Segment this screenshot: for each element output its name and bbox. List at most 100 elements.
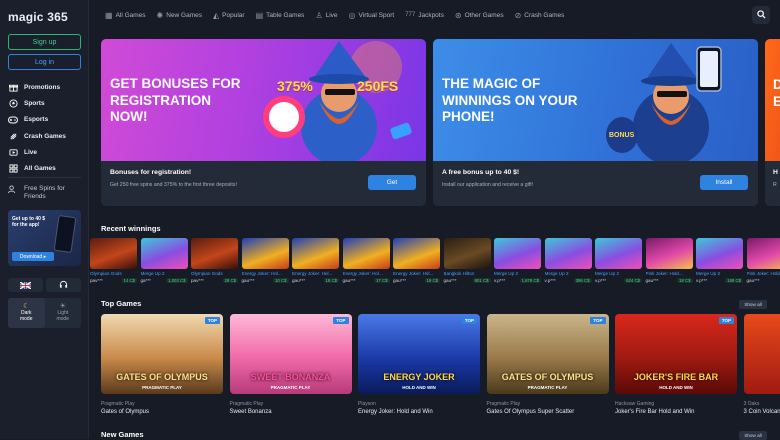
win-game-name[interactable]: Bangkok Hilton: [444, 271, 491, 276]
sidebar-item-crash-games[interactable]: Crash Games: [8, 128, 84, 144]
game-title[interactable]: 3 Coin Volcano: [744, 409, 780, 415]
win-game-name[interactable]: Merge Up 2: [494, 271, 541, 276]
game-thumbnail: [747, 238, 780, 269]
jackpot-icon: 777: [405, 12, 415, 18]
win-amount: 1,003 C$: [166, 278, 187, 283]
win-game-name[interactable]: Energy Joker: Hol...: [292, 271, 339, 276]
banner-app[interactable]: BONUS THE MAGIC OF WINNINGS ON YOUR PHON…: [433, 39, 758, 206]
game-title[interactable]: Joker's Fire Bar Hold and Win: [615, 409, 737, 415]
recent-win-item[interactable]: Merge Up 2v.p***624 C$: [595, 238, 642, 283]
game-thumbnail: [191, 238, 238, 269]
recent-win-item[interactable]: Energy Joker: Hol...gau***17 C$: [343, 238, 390, 283]
game-thumbnail: TOPGATES OF OLYMPUSPRAGMATIC PLAY: [487, 314, 609, 394]
win-game-name[interactable]: Pink Joker: Hold...: [747, 271, 780, 276]
win-amount: 14 C$: [122, 278, 137, 283]
win-user: pav***: [191, 278, 204, 283]
win-game-name[interactable]: Olympian Gods: [90, 271, 137, 276]
game-title[interactable]: Gates Of Olympus Super Scatter: [487, 409, 609, 415]
game-title[interactable]: Gates of Olympus: [101, 409, 223, 415]
win-user: gau***: [747, 278, 760, 283]
tab-live[interactable]: ♙Live: [315, 11, 337, 20]
sidebar-item-live[interactable]: Live: [8, 144, 84, 160]
win-user: gau***: [242, 278, 255, 283]
win-game-name[interactable]: Merge Up 2: [141, 271, 188, 276]
recent-win-item[interactable]: Olympian Godspav***14 C$: [90, 238, 137, 283]
recent-win-item[interactable]: Bangkok Hiltongau***801 C$: [444, 238, 491, 283]
win-amount: 18 C$: [324, 278, 339, 283]
game-provider: Pragmatic Play: [230, 401, 352, 407]
banner-partial[interactable]: D E H R: [765, 39, 780, 206]
search-button[interactable]: [752, 6, 770, 24]
win-game-name[interactable]: Energy Joker: Hol...: [343, 271, 390, 276]
game-provider: 3 Oaks: [744, 401, 780, 407]
game-card[interactable]: TOPJOKER'S FIRE BARHOLD AND WINHacksaw G…: [615, 314, 737, 415]
recent-win-item[interactable]: Pink Joker: Hold...gau***18 C$: [646, 238, 693, 283]
grid-icon: ▦: [105, 11, 113, 20]
recent-win-item[interactable]: Energy Joker: Hol... gau*** 18 C$: [292, 238, 339, 283]
win-game-name[interactable]: Pink Joker: Hold...: [646, 271, 693, 276]
win-game-name[interactable]: Energy Joker: Hol...: [393, 271, 440, 276]
win-game-name[interactable]: Energy Joker: Hol...: [242, 271, 289, 276]
light-mode-toggle[interactable]: ☀ Light mode: [45, 298, 82, 328]
win-amount: 624 C$: [624, 278, 642, 283]
tab-label: All Games: [116, 12, 146, 19]
game-card[interactable]: VO3 Oaks3 Coin Volcano: [744, 314, 780, 415]
game-provider: Pragmatic Play: [487, 401, 609, 407]
game-provider: Pragmatic Play: [101, 401, 223, 407]
sidebar-nav: Promotions Sports Esports Crash Games Li…: [8, 79, 84, 177]
recent-win-item[interactable]: Merge Up 2ga***1,003 C$: [141, 238, 188, 283]
tab-all-games[interactable]: ▦All Games: [105, 11, 146, 20]
recent-win-item[interactable]: Olympian Godspav***28 C$: [191, 238, 238, 283]
sidebar-item-label: Sports: [24, 100, 45, 107]
install-button[interactable]: Install: [700, 175, 748, 190]
game-title[interactable]: Energy Joker: Hold and Win: [358, 409, 480, 415]
win-game-name[interactable]: Merge Up 2: [545, 271, 592, 276]
sidebar-item-sports[interactable]: Sports: [8, 95, 84, 111]
sidebar-item-all-games[interactable]: All Games: [8, 160, 84, 176]
tab-table-games[interactable]: ▤Table Games: [256, 11, 305, 20]
game-card[interactable]: TOPGATES OF OLYMPUSPRAGMATIC PLAY Pragmat…: [101, 314, 223, 415]
tab-other-games[interactable]: ⊛Other Games: [455, 11, 504, 20]
language-selector[interactable]: [8, 278, 43, 292]
recent-win-item[interactable]: Energy Joker: Hol...gau***10 C$: [242, 238, 289, 283]
tab-crash-games[interactable]: ⊘Crash Games: [515, 11, 565, 20]
badge-freespins: 250FS: [357, 78, 398, 94]
tab-jackpots[interactable]: 777Jackpots: [405, 12, 444, 19]
game-logo-text: ENERGY JOKER: [358, 372, 480, 382]
recent-win-item[interactable]: Merge Up 2v.p***188 C$: [696, 238, 743, 283]
show-all-top-games[interactable]: Show all: [739, 300, 767, 309]
win-game-name[interactable]: Merge Up 2: [696, 271, 743, 276]
dark-mode-toggle[interactable]: ☾ Dark mode: [8, 298, 45, 328]
banner-registration[interactable]: 375% 250FS GET BONUSES FOR REGISTRATION …: [101, 39, 426, 206]
recent-win-item[interactable]: Merge Up 2v.p***1,678 C$: [494, 238, 541, 283]
win-user: gau***: [292, 278, 305, 283]
game-card[interactable]: TOPENERGY JOKERHOLD AND WINPlaysonEnergy…: [358, 314, 480, 415]
support-button[interactable]: [46, 278, 81, 292]
game-title[interactable]: Sweet Bonanza: [230, 409, 352, 415]
recent-win-item[interactable]: Merge Up 2v.p***396 C$: [545, 238, 592, 283]
game-card[interactable]: TOPSWEET BONANZAPRAGMATIC PLAYPragmatic …: [230, 314, 352, 415]
uk-flag-icon: [20, 276, 31, 294]
tab-virtual-sport[interactable]: ◎Virtual Sport: [349, 11, 395, 20]
recent-win-item[interactable]: Energy Joker: Hol...gau***19 C$: [393, 238, 440, 283]
brand-logo[interactable]: magic 365: [8, 10, 68, 24]
win-game-name[interactable]: Merge Up 2: [595, 271, 642, 276]
game-thumbnail: [292, 238, 339, 269]
win-user: gau***: [444, 278, 457, 283]
tab-new-games[interactable]: ✺New Games: [157, 11, 202, 20]
app-promo-card[interactable]: Get up to 40 $ for the app! Download ▸: [8, 210, 81, 266]
recent-win-item[interactable]: Pink Joker: Hold... gau***: [747, 238, 780, 283]
game-logo-text: SWEET BONANZA: [230, 372, 352, 382]
tab-popular[interactable]: ◭Popular: [213, 11, 245, 20]
game-thumbnail: TOPGATES OF OLYMPUSPRAGMATIC PLAY: [101, 314, 223, 394]
signup-button[interactable]: Sign up: [8, 34, 81, 50]
game-card[interactable]: TOPGATES OF OLYMPUSPRAGMATIC PLAY Pragmat…: [487, 314, 609, 415]
sidebar-item-esports[interactable]: Esports: [8, 112, 84, 128]
get-button[interactable]: Get: [368, 175, 416, 190]
login-button[interactable]: Log in: [8, 54, 81, 70]
sidebar-item-promotions[interactable]: Promotions: [8, 79, 84, 95]
win-amount: 188 C$: [725, 278, 743, 283]
win-game-name[interactable]: Olympian Gods: [191, 271, 238, 276]
download-button[interactable]: Download ▸: [12, 252, 54, 261]
free-spins-link[interactable]: Free Spins for Friends: [8, 185, 74, 200]
